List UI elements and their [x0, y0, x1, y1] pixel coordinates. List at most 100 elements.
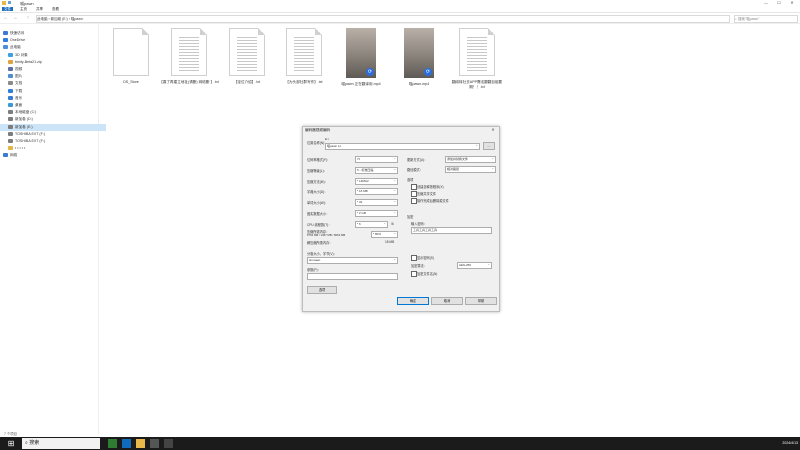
archive-name-select[interactable]: 喵pawn 1c [325, 143, 480, 150]
tab-share[interactable]: 共享 [34, 7, 45, 11]
nav-item[interactable]: 图片 [0, 73, 106, 80]
setting-select[interactable]: 添加并替换文件 [445, 156, 496, 163]
start-button[interactable]: ⊞ [0, 437, 22, 450]
quick-access-icon[interactable] [8, 1, 11, 4]
cancel-button[interactable]: 取消 [431, 297, 463, 305]
file-name: 【为头部社群写作】.txt [285, 80, 323, 84]
nav-item[interactable]: 此电脑 [0, 44, 101, 51]
text-file-icon [113, 28, 149, 76]
app-icon-2[interactable] [150, 439, 159, 448]
setting-select[interactable]: 相对路径 [445, 166, 496, 173]
nav-item[interactable]: OneDrive [0, 37, 101, 44]
folder-icon [2, 1, 6, 5]
ok-button[interactable]: 确定 [397, 297, 429, 305]
nav-item[interactable]: 下载 [0, 88, 106, 95]
nav-item[interactable]: 快速访问 [0, 30, 101, 37]
setting-select[interactable]: * 2 GB [355, 210, 398, 217]
back-button[interactable]: ← [2, 15, 10, 21]
setting-label: 压缩方法(M)： [307, 180, 328, 184]
computer-icon [3, 45, 8, 50]
nav-item-label: 下载 [15, 88, 23, 93]
navigation-pane[interactable]: 快速访问 OneDrive 此电脑 3D 对象 trinity-Beta21.zip 视频… [0, 24, 106, 434]
nav-item-label: 文档 [15, 81, 23, 86]
nav-item-label: 网络 [10, 153, 18, 158]
setting-select[interactable]: 7z [355, 156, 398, 163]
nav-item[interactable]: 新加卷 (E:) [0, 123, 106, 131]
file-item[interactable]: 翻阅转社去APP需法翻翻目组要期！！.txt [446, 28, 508, 90]
option-checkbox[interactable] [411, 191, 417, 197]
encrypt-method-label: 加密算法： [411, 264, 427, 268]
drive-icon [8, 139, 13, 144]
download-icon [8, 88, 13, 93]
help-button[interactable]: 帮助 [465, 297, 497, 305]
dialog-title: 编码器视频编码 [305, 128, 331, 132]
file-item[interactable]: ⟳ 喵pawn 正在翻译用.mp4 [330, 28, 392, 87]
nav-item[interactable]: trinity-Beta21.zip [0, 59, 106, 66]
show-password-checkbox[interactable] [411, 255, 417, 261]
text-file-icon [171, 28, 207, 76]
nav-item[interactable]: 音乐 [0, 95, 106, 102]
options-button[interactable]: 选项 [307, 286, 337, 294]
folder-icon [8, 146, 13, 151]
file-explorer-icon[interactable] [136, 439, 145, 448]
password-input[interactable]: 工具工具工具工具 [411, 227, 492, 234]
nav-item[interactable]: 新加卷 (D:) [0, 116, 106, 123]
forward-button[interactable]: → [11, 15, 19, 21]
split-select[interactable]: Humaan [307, 257, 398, 264]
text-file-icon [286, 28, 322, 76]
thread-count-max: /6 [391, 222, 394, 226]
media-player-icon: ⟳ [366, 68, 374, 76]
nav-item[interactable]: 视频 [0, 66, 106, 73]
option-label: 创建自释放程序(X) [417, 185, 444, 189]
tab-home[interactable]: 主页 [18, 7, 29, 11]
document-icon [8, 81, 13, 86]
taskbar-search-label: 搜索 [29, 440, 40, 446]
browse-button[interactable]: … [483, 142, 495, 150]
nav-item[interactable]: TOSHIBA EXT (F:) [0, 138, 106, 145]
nav-item[interactable]: 文档 [0, 80, 106, 87]
file-item[interactable]: 【为头部社群写作】.txt [273, 28, 335, 85]
decomp-memory-label: 解压缩所需内存： [307, 241, 333, 245]
tab-file[interactable]: 文件 [2, 7, 13, 11]
edge-icon[interactable] [122, 439, 131, 448]
file-item[interactable]: 【定位介绍】.txt [216, 28, 278, 85]
params-input[interactable] [307, 273, 398, 280]
memory-select[interactable]: * 80% [371, 231, 398, 238]
clock[interactable]: 2024/4/13 [760, 438, 798, 449]
file-item[interactable]: 【喜了再建立地址(请删) 网络删 】.txt [158, 28, 220, 85]
option-checkbox[interactable] [411, 184, 417, 190]
nav-item[interactable]: 3D 对象 [0, 52, 106, 59]
archive-app-icon[interactable] [164, 439, 173, 448]
drive-icon [8, 110, 13, 115]
nav-item-label: 视频 [15, 67, 23, 71]
nav-item[interactable]: 网络 [0, 152, 101, 159]
file-name: 【定位介绍】.txt [233, 80, 261, 84]
option-label: 压缩共享文件 [417, 192, 437, 196]
dialog-close-button[interactable]: ✕ [489, 127, 497, 133]
encrypt-names-label: 加密文件名(N) [417, 272, 438, 276]
cube-icon [8, 52, 13, 57]
file-item[interactable]: DS_Store [100, 28, 162, 85]
setting-select[interactable]: * 16 MB [355, 188, 398, 195]
nav-item[interactable]: 桌面 [0, 102, 106, 109]
option-checkbox[interactable] [411, 198, 417, 204]
video-thumbnail-icon: ⟳ [346, 28, 376, 78]
encrypt-names-checkbox[interactable] [411, 271, 417, 277]
nav-item[interactable]: TOSHIBA EXT (F:) [0, 131, 106, 138]
nav-item[interactable]: 本地磁盘 (C:) [0, 109, 106, 116]
nav-item[interactable]: • • • • • [0, 145, 106, 152]
file-item[interactable]: ⟳ 喵pawn.mp4 [388, 28, 450, 87]
setting-select[interactable]: * 32 [355, 199, 398, 206]
setting-select[interactable]: 5 - 标准压缩 [355, 167, 398, 174]
taskbar-search[interactable]: ⌕ 搜索 [22, 438, 100, 449]
encryption-group-title: 加密 [407, 215, 414, 219]
setting-select[interactable]: * 6 [355, 221, 388, 228]
up-button[interactable]: ↑ [24, 15, 32, 21]
encrypt-method-select[interactable]: AES-256 [457, 262, 492, 269]
tab-view[interactable]: 查看 [50, 7, 61, 11]
nav-item-label: TOSHIBA EXT (F:) [15, 131, 46, 136]
app-icon-1[interactable] [108, 439, 117, 448]
setting-select[interactable]: * LZMA2 [355, 178, 398, 185]
address-input[interactable]: 此电脑 › 新加卷 (E:) › 喵pawn [36, 15, 730, 23]
search-input[interactable]: ⌕ 搜索"喵pawn" [734, 15, 798, 23]
